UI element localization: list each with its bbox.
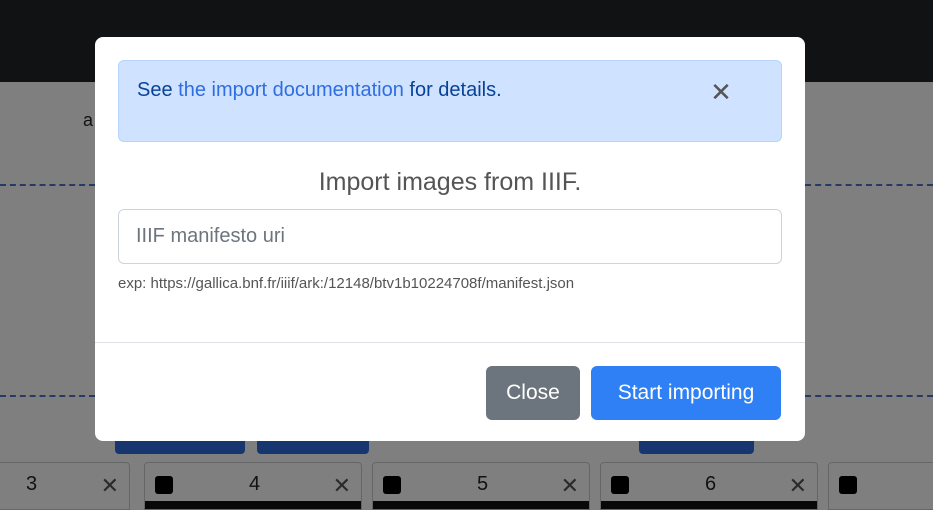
close-icon[interactable]: ✕ bbox=[706, 77, 736, 107]
alert-message: See the import documentation for details… bbox=[137, 79, 502, 102]
import-iiif-modal: See the import documentation for details… bbox=[95, 37, 805, 441]
modal-title: Import images from IIIF. bbox=[318, 168, 582, 196]
import-documentation-link[interactable]: the import documentation bbox=[178, 79, 404, 101]
alert-suffix: for details. bbox=[403, 79, 502, 101]
start-importing-button[interactable]: Start importing bbox=[591, 366, 781, 420]
modal-footer-divider bbox=[95, 342, 805, 343]
alert-prefix: See bbox=[137, 79, 179, 101]
example-uri-hint: exp: https://gallica.bnf.fr/iiif/ark:/12… bbox=[118, 275, 575, 292]
close-button[interactable]: Close bbox=[486, 366, 580, 420]
info-alert: See the import documentation for details… bbox=[118, 60, 782, 142]
iiif-manifest-uri-input[interactable] bbox=[118, 209, 782, 264]
